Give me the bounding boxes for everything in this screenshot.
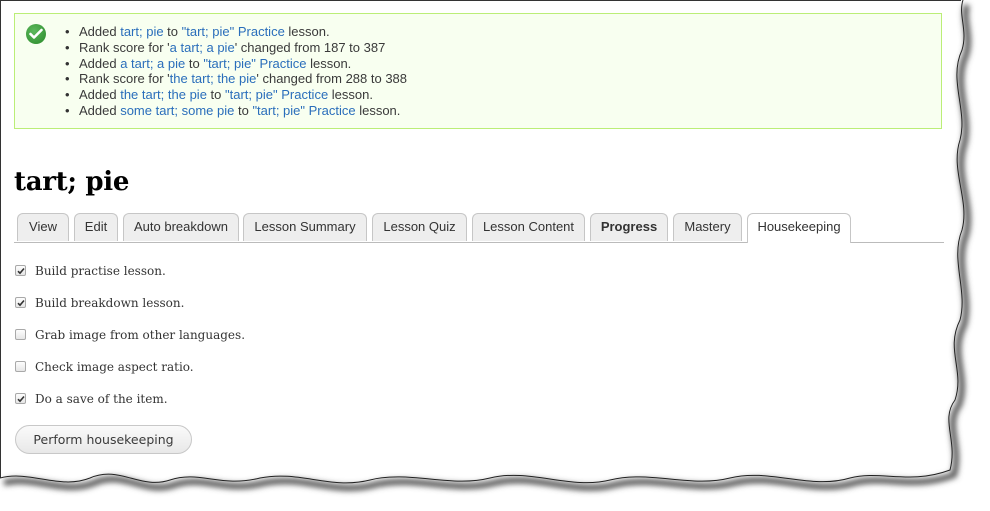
message-link[interactable]: the tart; the pie <box>120 87 207 102</box>
message-text: to <box>234 102 253 118</box>
message-item: Added a tart; a pie to "tart; pie" Pract… <box>65 55 407 72</box>
checkbox[interactable] <box>15 265 26 276</box>
message-link[interactable]: the tart; the pie <box>170 71 257 86</box>
checkbox[interactable] <box>15 393 26 404</box>
message-link[interactable]: some tart; some pie <box>120 103 234 118</box>
message-text: lesson. <box>355 102 401 118</box>
tab-edit[interactable]: Edit <box>74 213 118 241</box>
checkbox[interactable] <box>15 329 26 340</box>
page-title: tart; pie <box>14 167 130 197</box>
message-text: Added <box>79 24 121 39</box>
message-text: Added <box>79 87 121 103</box>
checkbox[interactable] <box>15 361 26 372</box>
checkmark-icon <box>17 267 25 275</box>
tab-lesson-summary[interactable]: Lesson Summary <box>243 213 367 241</box>
message-text: lesson. <box>284 24 330 39</box>
perform-housekeeping-button[interactable]: Perform housekeeping <box>15 425 192 454</box>
message-item: Added tart; pie to "tart; pie" Practice … <box>65 24 407 40</box>
message-link[interactable]: tart; pie <box>120 24 163 39</box>
message-text: Added <box>79 55 121 71</box>
checkmark-icon <box>17 299 25 307</box>
message-text: to <box>163 24 182 39</box>
check-circle-icon <box>26 24 46 44</box>
tab-progress[interactable]: Progress <box>590 213 668 241</box>
message-text: to <box>206 87 226 103</box>
message-text: Added <box>79 102 121 118</box>
message-text: to <box>185 55 204 71</box>
tab-housekeeping[interactable]: Housekeeping <box>747 213 851 243</box>
page: Added tart; pie to "tart; pie" Practice … <box>0 0 961 501</box>
option-label: Check image aspect ratio. <box>35 360 194 374</box>
checkmark-icon <box>17 395 25 403</box>
message-link[interactable]: "tart; pie" Practice <box>225 87 328 102</box>
message-item: Rank score for 'a tart; a pie' changed f… <box>65 39 407 56</box>
tab-lesson-quiz[interactable]: Lesson Quiz <box>372 213 467 241</box>
message-link[interactable]: "tart; pie" Practice <box>203 56 306 71</box>
tab-mastery[interactable]: Mastery <box>673 213 742 241</box>
message-text: Rank score for ' <box>79 71 170 87</box>
message-link[interactable]: a tart; a pie <box>120 56 185 71</box>
tab-lesson-content[interactable]: Lesson Content <box>472 213 585 241</box>
tab-bar: View Edit Auto breakdown Lesson Summary … <box>14 213 944 243</box>
message-item: Rank score for 'the tart; the pie' chang… <box>65 71 408 87</box>
option-label: Build practise lesson. <box>35 264 166 278</box>
option-label: Build breakdown lesson. <box>35 296 185 310</box>
message-list: Added tart; pie to "tart; pie" Practice … <box>65 24 408 119</box>
message-text: Rank score for ' <box>79 39 170 55</box>
option-label: Grab image from other languages. <box>35 328 246 342</box>
tab-auto-breakdown[interactable]: Auto breakdown <box>123 213 239 241</box>
tab-view[interactable]: View <box>17 213 69 241</box>
message-link[interactable]: a tart; a pie <box>170 40 235 55</box>
message-item: Added the tart; the pie to "tart; pie" P… <box>65 87 407 103</box>
message-text: lesson. <box>306 55 352 71</box>
checkbox[interactable] <box>15 297 26 308</box>
message-text: ' changed from 288 to 388 <box>256 71 408 87</box>
option-label: Do a save of the item. <box>35 392 168 406</box>
message-text: ' changed from 187 to 387 <box>234 39 386 55</box>
status-messages: Added tart; pie to "tart; pie" Practice … <box>14 13 942 129</box>
message-link[interactable]: "tart; pie" Practice <box>182 24 285 39</box>
message-link[interactable]: "tart; pie" Practice <box>252 103 355 118</box>
message-text: lesson. <box>328 87 373 103</box>
message-item: Added some tart; some pie to "tart; pie"… <box>65 102 407 119</box>
